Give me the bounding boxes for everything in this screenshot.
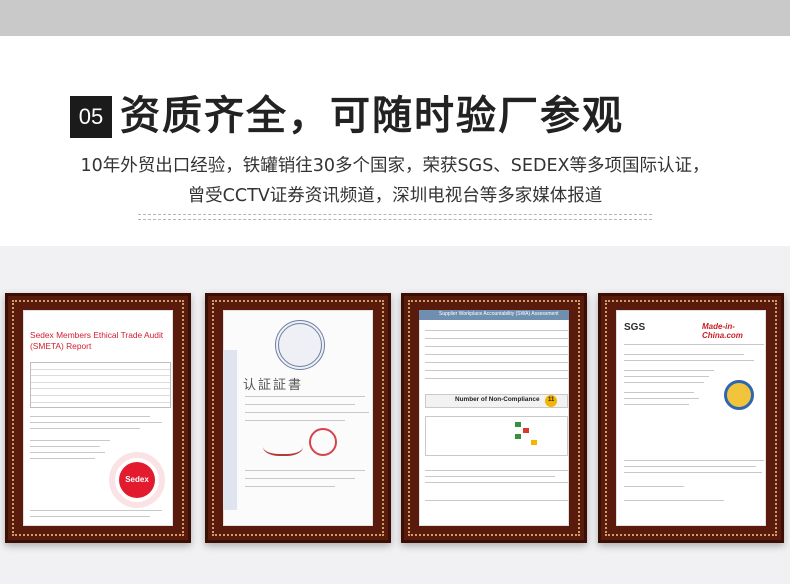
- report-table: [30, 362, 171, 408]
- description-line-1: 10年外贸出口经验，铁罐销往30多个国家，荣获SGS、SEDEX等多项国际认证，: [80, 156, 710, 176]
- non-compliance-count: 11: [548, 397, 555, 403]
- certificate-paper: 认証証書: [223, 310, 373, 526]
- divider-line: [138, 219, 652, 220]
- certificate-paper: Sedex Members Ethical Trade Audit (SMETA…: [23, 310, 173, 526]
- certificate-frame-sgs[interactable]: SGS Made-in-China.com: [598, 293, 784, 543]
- certificate-title: 认証証書: [243, 378, 304, 393]
- sedex-report-subtitle: (SMETA) Report: [30, 341, 92, 351]
- made-in-china-logo: Made-in-China.com: [702, 322, 743, 340]
- red-stamp-icon: [309, 428, 337, 456]
- sedex-report-title: Sedex Members Ethical Trade Audit: [30, 330, 164, 340]
- section-number-badge: 05: [70, 96, 112, 138]
- divider-line: [138, 214, 652, 215]
- audited-supplier-badge-icon: [724, 380, 754, 410]
- certificate-paper: Supplier Workplace Accountability (SWA) …: [419, 310, 569, 526]
- sgs-logo: SGS: [624, 322, 646, 333]
- certificate-frame-swa[interactable]: Supplier Workplace Accountability (SWA) …: [401, 293, 587, 543]
- top-gray-band: [0, 0, 790, 36]
- section-title: 资质齐全，可随时验厂参观: [120, 93, 624, 139]
- certificate-seal-icon: [275, 320, 325, 370]
- certificate-frame-sedex[interactable]: Sedex Members Ethical Trade Audit (SMETA…: [5, 293, 191, 543]
- swa-results-grid: [425, 416, 568, 456]
- certificate-paper: SGS Made-in-China.com: [616, 310, 766, 526]
- non-compliance-label: Number of Non-Compliance: [455, 396, 540, 403]
- sedex-logo: Sedex: [119, 462, 155, 498]
- signature-mark: [263, 438, 303, 456]
- swa-header-title: Supplier Workplace Accountability (SWA) …: [439, 311, 559, 317]
- certificate-watermark-band: [223, 350, 237, 510]
- certificate-frame-chinese[interactable]: 认証証書: [205, 293, 391, 543]
- description-line-2: 曾受CCTV证券资讯频道，深圳电视台等多家媒体报道: [187, 186, 603, 206]
